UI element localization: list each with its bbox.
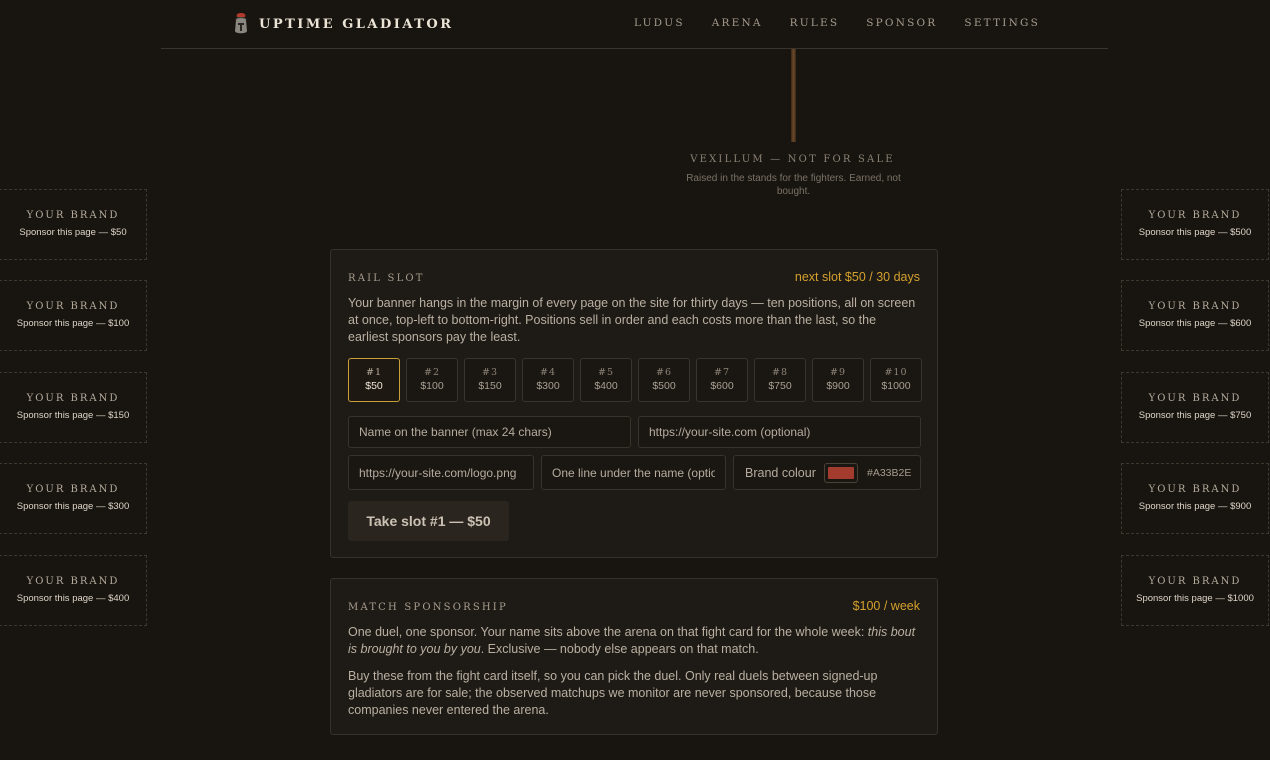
slot-number: #2 [423, 367, 440, 378]
slot-option-9[interactable]: #9 $900 [812, 358, 864, 402]
rail-slot-card-header: RAIL SLOT next slot $50 / 30 days [348, 270, 920, 284]
site-url-input[interactable] [638, 416, 921, 448]
rail-slot-card: RAIL SLOT next slot $50 / 30 days Your b… [330, 249, 938, 558]
slot-option-5[interactable]: #5 $400 [580, 358, 632, 402]
vexillum-pole [791, 49, 796, 142]
rail-slot-right-5[interactable]: YOUR BRAND Sponsor this page — $1000 [1121, 555, 1269, 626]
slot-number: #9 [829, 367, 846, 378]
rail-slot-right-2[interactable]: YOUR BRAND Sponsor this page — $600 [1121, 280, 1269, 351]
nav-arena[interactable]: ARENA [712, 17, 763, 29]
slot-option-7[interactable]: #7 $600 [696, 358, 748, 402]
colour-swatch-fill [828, 467, 854, 479]
slot-option-4[interactable]: #4 $300 [522, 358, 574, 402]
vexillum-title: VEXILLUM — NOT FOR SALE [690, 154, 895, 165]
rail-sponsor-text: Sponsor this page — $500 [1138, 227, 1252, 238]
colour-swatch[interactable] [824, 463, 858, 483]
match-description: One duel, one sponsor. Your name sits ab… [348, 624, 918, 658]
slot-number: #7 [713, 367, 730, 378]
slot-price: $500 [652, 380, 676, 392]
rail-brand-label: YOUR BRAND [1148, 576, 1242, 587]
slot-price: $300 [536, 380, 560, 392]
slot-option-3[interactable]: #3 $150 [464, 358, 516, 402]
rail-sponsor-text: Sponsor this page — $50 [19, 227, 127, 238]
match-card-header: MATCH SPONSORSHIP $100 / week [348, 599, 920, 613]
logo-url-input[interactable] [348, 455, 534, 490]
rail-brand-label: YOUR BRAND [26, 484, 120, 495]
rail-sponsor-text: Sponsor this page — $750 [1138, 410, 1252, 421]
rail-brand-label: YOUR BRAND [26, 210, 120, 221]
slot-price: $1000 [881, 380, 911, 392]
rail-brand-label: YOUR BRAND [26, 393, 120, 404]
logo[interactable]: UPTIME GLADIATOR [232, 12, 454, 36]
nav-sponsor[interactable]: SPONSOR [866, 17, 937, 29]
rail-slot-left-4[interactable]: YOUR BRAND Sponsor this page — $300 [0, 463, 147, 534]
rail-slot-left-3[interactable]: YOUR BRAND Sponsor this page — $150 [0, 372, 147, 443]
rail-slot-right-3[interactable]: YOUR BRAND Sponsor this page — $750 [1121, 372, 1269, 443]
site-header: UPTIME GLADIATOR LUDUS ARENA RULES SPONS… [161, 0, 1108, 49]
brand-colour-label: Brand colour [745, 466, 816, 480]
rail-slot-left-2[interactable]: YOUR BRAND Sponsor this page — $100 [0, 280, 147, 351]
take-slot-button[interactable]: Take slot #1 — $50 [348, 501, 509, 541]
slot-option-10[interactable]: #10 $1000 [870, 358, 922, 402]
slot-number: #10 [884, 367, 908, 378]
main-nav: LUDUS ARENA RULES SPONSOR SETTINGS [607, 17, 1040, 29]
rail-slot-right-1[interactable]: YOUR BRAND Sponsor this page — $500 [1121, 189, 1269, 260]
slot-option-6[interactable]: #6 $500 [638, 358, 690, 402]
rail-sponsor-text: Sponsor this page — $600 [1138, 318, 1252, 329]
slot-number: #5 [597, 367, 614, 378]
slot-price: $150 [478, 380, 502, 392]
rail-brand-label: YOUR BRAND [1148, 393, 1242, 404]
slot-price: $750 [768, 380, 792, 392]
slot-price: $100 [420, 380, 444, 392]
slot-number: #8 [771, 367, 788, 378]
rail-brand-label: YOUR BRAND [1148, 210, 1242, 221]
slot-number: #6 [655, 367, 672, 378]
rail-slot-price: next slot $50 / 30 days [794, 270, 920, 284]
slot-price: $600 [710, 380, 734, 392]
rail-slot-right-4[interactable]: YOUR BRAND Sponsor this page — $900 [1121, 463, 1269, 534]
nav-rules[interactable]: RULES [790, 17, 840, 29]
slot-price: $50 [365, 380, 383, 392]
slot-number: #4 [539, 367, 556, 378]
slot-price: $400 [594, 380, 618, 392]
match-text: . Exclusive — nobody else appears on tha… [480, 642, 759, 656]
rail-sponsor-text: Sponsor this page — $900 [1138, 501, 1252, 512]
match-details: Buy these from the fight card itself, so… [348, 669, 878, 717]
rail-slot-title: RAIL SLOT [348, 273, 425, 284]
brand-name: UPTIME GLADIATOR [259, 16, 454, 32]
banner-name-input[interactable] [348, 416, 631, 448]
match-title: MATCH SPONSORSHIP [348, 602, 508, 613]
slot-option-8[interactable]: #8 $750 [754, 358, 806, 402]
brand-colour-picker: Brand colour #A33B2E [733, 455, 921, 490]
rail-sponsor-text: Sponsor this page — $400 [16, 593, 130, 604]
nav-ludus[interactable]: LUDUS [634, 17, 685, 29]
match-price: $100 / week [852, 599, 920, 613]
rail-sponsor-text: Sponsor this page — $100 [16, 318, 130, 329]
match-sponsorship-card: MATCH SPONSORSHIP $100 / week One duel, … [330, 578, 938, 735]
rail-sponsor-text: Sponsor this page — $300 [16, 501, 130, 512]
slot-option-2[interactable]: #2 $100 [406, 358, 458, 402]
slot-option-1[interactable]: #1 $50 [348, 358, 400, 402]
gladiator-helmet-icon [235, 13, 247, 34]
slot-number: #1 [365, 367, 382, 378]
rail-slot-description: Your banner hangs in the margin of every… [348, 296, 916, 344]
slot-price: $900 [826, 380, 850, 392]
rail-brand-label: YOUR BRAND [1148, 484, 1242, 495]
rail-slot-left-1[interactable]: YOUR BRAND Sponsor this page — $50 [0, 189, 147, 260]
match-text: One duel, one sponsor. Your name sits ab… [348, 625, 868, 639]
rail-slot-left-5[interactable]: YOUR BRAND Sponsor this page — $400 [0, 555, 147, 626]
nav-settings[interactable]: SETTINGS [964, 17, 1040, 29]
colour-hex-value: #A33B2E [867, 467, 912, 479]
rail-sponsor-text: Sponsor this page — $150 [16, 410, 130, 421]
rail-brand-label: YOUR BRAND [1148, 301, 1242, 312]
slot-number: #3 [481, 367, 498, 378]
slot-picker: #1 $50 #2 $100 #3 $150 #4 $300 #5 $400 #6 $500… [348, 358, 922, 402]
rail-brand-label: YOUR BRAND [26, 576, 120, 587]
rail-sponsor-text: Sponsor this page — $1000 [1136, 593, 1254, 604]
vexillum-subtitle: Raised in the stands for the fighters. E… [686, 173, 901, 197]
rail-brand-label: YOUR BRAND [26, 301, 120, 312]
tagline-input[interactable] [541, 455, 726, 490]
